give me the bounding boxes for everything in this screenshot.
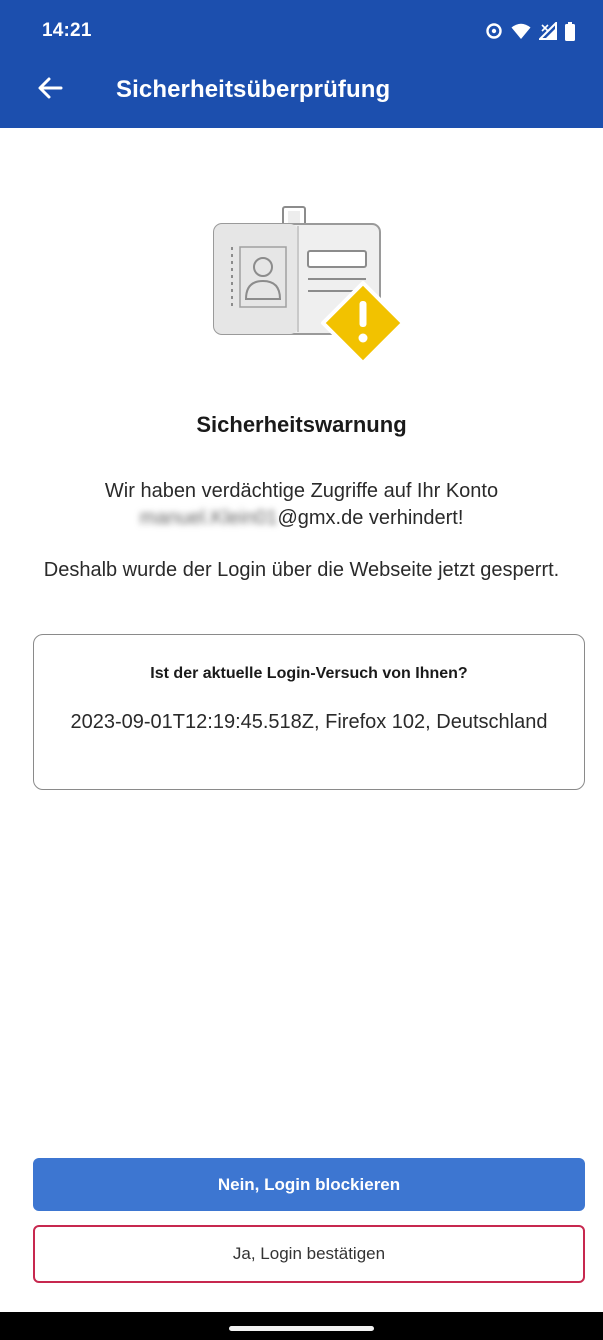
cell-signal-icon (539, 22, 557, 40)
status-icons (485, 20, 575, 42)
blurred-email-local-part: manuel.Klein01 (139, 507, 278, 529)
home-gesture-handle[interactable] (229, 1326, 374, 1331)
email-domain-suffix: @gmx.de verhindert! (277, 507, 464, 529)
login-attempt-details: 2023-09-01T12:19:45.518Z, Firefox 102, D… (70, 711, 548, 733)
toolbar: Sicherheitsüberprüfung (0, 60, 603, 128)
status-time: 14:21 (42, 20, 92, 41)
status-bar: 14:21 (0, 0, 603, 60)
warning-heading: Sicherheitswarnung (196, 412, 407, 437)
warning-message: Wir haben verdächtige Zugriffe auf Ihr K… (40, 478, 563, 532)
navigation-bar (0, 1312, 603, 1340)
confirm-login-button[interactable]: Ja, Login bestätigen (33, 1225, 585, 1283)
app-bar: 14:21 Sicherheitsüberprüfung (0, 0, 603, 128)
login-blocked-message: Deshalb wurde der Login über die Webseit… (43, 559, 560, 581)
data-saver-icon (485, 22, 503, 40)
arrow-left-icon (37, 76, 63, 105)
battery-icon (565, 21, 575, 41)
block-login-button[interactable]: Nein, Login blockieren (33, 1158, 585, 1211)
login-attempt-card: Ist der aktuelle Login-Versuch von Ihnen… (33, 634, 585, 790)
id-badge-warning-icon (205, 203, 410, 368)
login-attempt-question: Ist der aktuelle Login-Versuch von Ihnen… (150, 665, 468, 682)
page-title: Sicherheitsüberprüfung (116, 76, 391, 103)
back-button[interactable] (30, 70, 70, 110)
warning-message-line: Wir haben verdächtige Zugriffe auf Ihr K… (104, 480, 499, 502)
wifi-icon (511, 22, 531, 40)
